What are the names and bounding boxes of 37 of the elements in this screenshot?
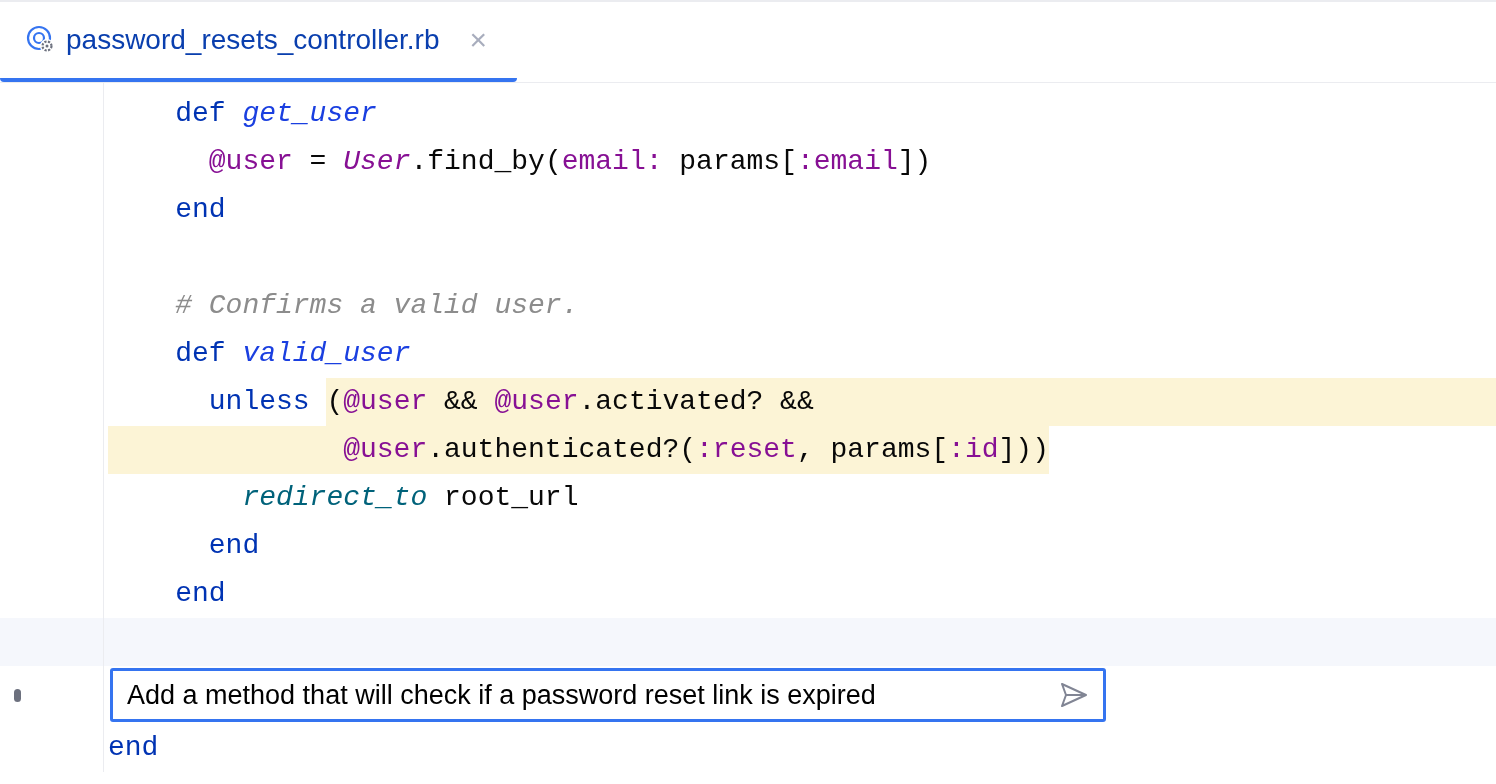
method-name: valid_user <box>242 337 411 371</box>
instance-variable: @user <box>343 433 428 467</box>
method-call: redirect_to <box>242 481 428 515</box>
code-text: ])) <box>998 433 1049 467</box>
keyword: unless <box>208 385 311 419</box>
keyword: end <box>175 193 226 227</box>
code-text: .find_by( <box>410 145 562 179</box>
method-name: get_user <box>242 97 377 131</box>
symbol: :id <box>948 433 999 467</box>
instance-variable: @user <box>343 378 428 426</box>
code-text: && <box>427 378 495 426</box>
symbol: :reset <box>696 433 797 467</box>
keyword: def <box>175 97 227 131</box>
tab-label: password_resets_controller.rb <box>66 23 440 57</box>
send-icon[interactable] <box>1059 680 1089 710</box>
code-text: = <box>308 145 328 179</box>
code-text: ]) <box>897 145 932 179</box>
code-text: root_url <box>443 481 579 515</box>
code-text: .activated? && <box>578 378 814 426</box>
code-comment: # Confirms a valid user. <box>175 289 579 323</box>
gutter-marker-icon <box>14 688 21 702</box>
class-name: User <box>343 145 411 179</box>
code-text: params[ <box>678 145 797 179</box>
instance-variable: @user <box>494 378 579 426</box>
symbol: :email <box>796 145 898 179</box>
ruby-controller-icon <box>26 25 56 55</box>
instance-variable: @user <box>208 145 293 179</box>
prompt-input-field[interactable]: Add a method that will check if a password reset link is expired <box>110 668 1106 722</box>
symbol: email: <box>561 145 663 179</box>
keyword: end <box>175 577 226 611</box>
file-tab[interactable]: password_resets_controller.rb × <box>0 2 518 82</box>
keyword: end <box>208 529 260 563</box>
keyword: def <box>175 337 227 371</box>
code-text: , params[ <box>796 433 949 467</box>
code-text: ( <box>326 378 344 426</box>
keyword: end <box>108 731 159 765</box>
code-text: .authenticated?( <box>427 433 697 467</box>
